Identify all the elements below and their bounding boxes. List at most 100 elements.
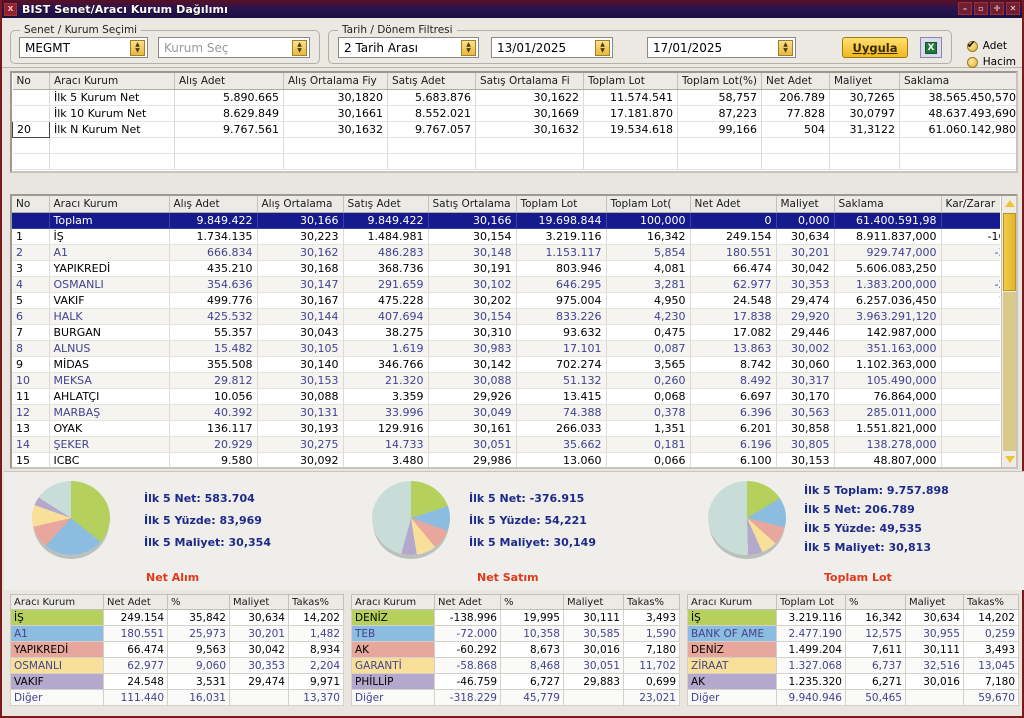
scroll-up-arrow-icon[interactable] bbox=[1002, 196, 1016, 211]
symbol-select[interactable]: MEGMT ▲ ▼ bbox=[19, 37, 148, 58]
table-row[interactable]: ZİRAAT 1.327.068 6,737 32,516 13,045 bbox=[687, 657, 1019, 674]
table-row[interactable]: AK 1.235.320 6,271 30,016 7,180 bbox=[687, 673, 1019, 690]
col-header-0[interactable]: Aracı Kurum bbox=[687, 594, 777, 610]
table-row[interactable]: AK -60.292 8,673 30,016 7,180 bbox=[351, 641, 680, 658]
period-mode-spinner-icon[interactable]: ▲ ▼ bbox=[461, 40, 476, 56]
main-col-header-0[interactable]: No bbox=[12, 196, 50, 213]
col-header-1[interactable]: Net Adet bbox=[103, 594, 168, 610]
col-header-4[interactable]: Takas% bbox=[288, 594, 344, 610]
main-col-header-4[interactable]: Satış Adet bbox=[343, 196, 429, 213]
table-row[interactable]: YAPIKREDİ 66.474 9,563 30,042 8,934 bbox=[10, 641, 344, 658]
table-row[interactable]: 3 YAPIKREDİ 435.210 30,168 368.736 30,191 803.… bbox=[12, 260, 1000, 277]
table-row[interactable]: 10 MEKSA 29.812 30,153 21.320 30,088 51.132 0,2… bbox=[12, 372, 1000, 389]
table-row[interactable]: GARANTİ -58.868 8,468 30,051 11,702 bbox=[351, 657, 680, 674]
table-row[interactable]: 13 OYAK 136.117 30,193 129.916 30,161 266.033 1… bbox=[12, 420, 1000, 437]
summary-col-header-10[interactable]: Saklama bbox=[899, 73, 1016, 90]
table-row[interactable] bbox=[12, 137, 1016, 154]
scrollbar-thumb[interactable] bbox=[1003, 213, 1016, 291]
table-row[interactable]: VAKIF 24.548 3,531 29,474 9,971 bbox=[10, 673, 344, 690]
export-excel-button[interactable]: X bbox=[920, 37, 942, 58]
col-header-1[interactable]: Net Adet bbox=[434, 594, 501, 610]
date-start-spinner-icon[interactable]: ▲ ▼ bbox=[595, 40, 610, 56]
main-col-header-1[interactable]: Aracı Kurum bbox=[49, 196, 170, 213]
maximize-icon[interactable]: ✛ bbox=[990, 2, 1004, 15]
col-header-1[interactable]: Toplam Lot bbox=[776, 594, 846, 610]
minimize-icon[interactable]: – bbox=[958, 2, 972, 15]
col-header-2[interactable]: % bbox=[500, 594, 564, 610]
col-header-2[interactable]: % bbox=[167, 594, 230, 610]
apply-button[interactable]: Uygula bbox=[842, 37, 908, 58]
col-header-4[interactable]: Takas% bbox=[623, 594, 680, 610]
table-row[interactable]: 11 AHLATÇI 10.056 30,088 3.359 29,926 13.415 0,… bbox=[12, 388, 1000, 405]
col-header-3[interactable]: Maliyet bbox=[229, 594, 289, 610]
table-row[interactable] bbox=[12, 153, 1016, 170]
main-col-header-10[interactable]: Saklama bbox=[834, 196, 942, 213]
table-row[interactable]: 15 ICBC 9.580 30,092 3.480 29,986 13.060 0,066 6… bbox=[12, 452, 1000, 467]
date-start-input[interactable]: 13/01/2025 ▲ ▼ bbox=[491, 37, 613, 58]
summary-col-header-4[interactable]: Satış Adet bbox=[387, 73, 476, 90]
table-row[interactable]: DENİZ -138.996 19,995 30,111 3,493 bbox=[351, 609, 680, 626]
col-header-0[interactable]: Aracı Kurum bbox=[10, 594, 104, 610]
toplam-lot-table-wrap[interactable]: Aracı Kurum Toplam Lot% Maliyet Takas% İŞ 3.… bbox=[687, 594, 1019, 706]
date-end-spinner-icon[interactable]: ▲ ▼ bbox=[778, 40, 793, 56]
broker-distribution-grid[interactable]: No Aracı Kurum Alış Adet Alış Ortalama Satış… bbox=[10, 194, 1018, 469]
grid-vertical-scrollbar[interactable] bbox=[1001, 196, 1016, 467]
col-header-0[interactable]: Aracı Kurum bbox=[351, 594, 435, 610]
col-header-2[interactable]: % bbox=[845, 594, 906, 610]
net-satim-table-wrap[interactable]: Aracı Kurum Net Adet% Maliyet Takas% DENİZ -… bbox=[351, 594, 680, 706]
summary-col-header-2[interactable]: Alış Adet bbox=[174, 73, 284, 90]
table-row[interactable]: 7 BURGAN 55.357 30,043 38.275 30,310 93.632 0,4… bbox=[12, 324, 1000, 341]
summary-col-header-9[interactable]: Maliyet bbox=[829, 73, 900, 90]
institution-spinner-icon[interactable]: ▲ ▼ bbox=[292, 40, 307, 56]
summary-col-header-5[interactable]: Satış Ortalama Fi bbox=[475, 73, 584, 90]
main-col-header-3[interactable]: Alış Ortalama bbox=[257, 196, 344, 213]
radio-hacim[interactable]: Hacim bbox=[966, 56, 1016, 68]
table-row[interactable]: 5 VAKIF 499.776 30,167 475.228 30,202 975.004 4… bbox=[12, 292, 1000, 309]
summary-grid[interactable]: No Aracı Kurum Alış Adet Alış Ortalama Fiy S… bbox=[10, 71, 1018, 173]
summary-col-header-3[interactable]: Alış Ortalama Fiy bbox=[283, 73, 388, 90]
table-row[interactable]: 1 İŞ 1.734.135 30,223 1.484.981 30,154 3.219.1… bbox=[12, 228, 1000, 245]
window-close-left-icon[interactable]: x bbox=[4, 2, 17, 16]
summary-col-header-6[interactable]: Toplam Lot bbox=[583, 73, 678, 90]
table-row[interactable]: 8 ALNUS 15.482 30,105 1.619 30,983 17.101 0,087… bbox=[12, 340, 1000, 357]
table-row[interactable]: A1 180.551 25,973 30,201 1,482 bbox=[10, 625, 344, 642]
institution-select[interactable]: Kurum Seç ▲ ▼ bbox=[158, 37, 310, 58]
table-row[interactable]: 12 MARBAŞ 40.392 30,131 33.996 30,049 74.388 0,… bbox=[12, 404, 1000, 421]
main-col-header-5[interactable]: Satış Ortalama bbox=[428, 196, 517, 213]
table-row[interactable]: İlk 5 Kurum Net 5.890.665 30,1820 5.683.876… bbox=[12, 89, 1016, 106]
summary-col-header-8[interactable]: Net Adet bbox=[761, 73, 830, 90]
table-row[interactable]: 20 İlk N Kurum Net 9.767.561 30,1632 9.767.0… bbox=[12, 121, 1016, 138]
main-col-header-9[interactable]: Maliyet bbox=[776, 196, 835, 213]
table-row[interactable]: Toplam 9.849.422 30,166 9.849.422 30,166 19.6… bbox=[12, 212, 1000, 229]
table-row[interactable]: Diğer 111.440 16,031 13,370 bbox=[10, 689, 344, 706]
table-row[interactable]: Diğer 9.940.946 50,465 59,670 bbox=[687, 689, 1019, 706]
table-row[interactable]: BANK OF AME 2.477.190 12,575 30,955 0,259 bbox=[687, 625, 1019, 642]
main-col-header-11[interactable]: Kar/Zarar bbox=[941, 196, 1000, 213]
main-col-header-6[interactable]: Toplam Lot bbox=[516, 196, 607, 213]
col-header-3[interactable]: Maliyet bbox=[905, 594, 964, 610]
main-col-header-7[interactable]: Toplam Lot( bbox=[606, 196, 691, 213]
symbol-spinner-icon[interactable]: ▲ ▼ bbox=[130, 40, 145, 56]
main-col-header-8[interactable]: Net Adet bbox=[690, 196, 777, 213]
summary-col-header-1[interactable]: Aracı Kurum bbox=[49, 73, 175, 90]
net-alim-table-wrap[interactable]: Aracı Kurum Net Adet% Maliyet Takas% İŞ 249.… bbox=[10, 594, 344, 706]
col-header-3[interactable]: Maliyet bbox=[563, 594, 624, 610]
date-end-input[interactable]: 17/01/2025 ▲ ▼ bbox=[647, 37, 796, 58]
table-row[interactable]: İŞ 249.154 35,842 30,634 14,202 bbox=[10, 609, 344, 626]
table-row[interactable]: PHİLLİP -46.759 6,727 29,883 0,699 bbox=[351, 673, 680, 690]
table-row[interactable]: DENİZ 1.499.204 7,611 30,111 3,493 bbox=[687, 641, 1019, 658]
main-col-header-2[interactable]: Alış Adet bbox=[169, 196, 258, 213]
col-header-4[interactable]: Takas% bbox=[963, 594, 1019, 610]
radio-adet[interactable]: Adet bbox=[966, 38, 1016, 52]
table-row[interactable]: 6 HALK 425.532 30,144 407.694 30,154 833.226 4,… bbox=[12, 308, 1000, 325]
table-row[interactable]: 9 MİDAS 355.508 30,140 346.766 30,142 702.274 3… bbox=[12, 356, 1000, 373]
summary-col-header-0[interactable]: No bbox=[12, 73, 50, 90]
table-row[interactable]: 4 OSMANLI 354.636 30,147 291.659 30,102 646.29… bbox=[12, 276, 1000, 293]
table-row[interactable]: İŞ 3.219.116 16,342 30,634 14,202 bbox=[687, 609, 1019, 626]
restore-icon[interactable]: ▫ bbox=[974, 2, 988, 15]
period-mode-select[interactable]: 2 Tarih Arası ▲ ▼ bbox=[338, 37, 479, 58]
summary-col-header-7[interactable]: Toplam Lot(%) bbox=[677, 73, 762, 90]
scrollbar-track[interactable] bbox=[1003, 292, 1016, 451]
table-row[interactable]: İlk 10 Kurum Net 8.629.849 30,1661 8.552.02… bbox=[12, 105, 1016, 122]
table-row[interactable]: 14 ŞEKER 20.929 30,275 14.733 30,051 35.662 0,1… bbox=[12, 436, 1000, 453]
